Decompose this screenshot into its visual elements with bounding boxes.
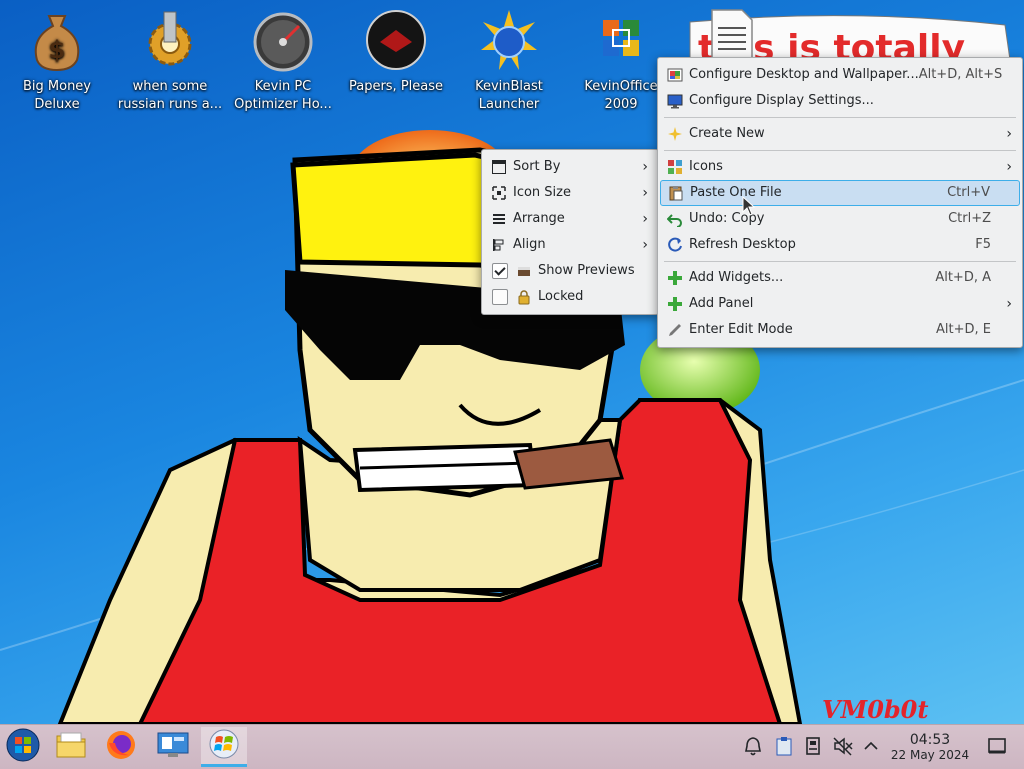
desktop-icon-label: Kevin PC Optimizer Ho... bbox=[234, 79, 332, 112]
globe-starburst-icon bbox=[479, 8, 539, 74]
menu-separator bbox=[664, 117, 1016, 118]
system-settings-icon bbox=[156, 729, 190, 765]
submenu-item-sort-by[interactable]: Sort By › bbox=[482, 154, 658, 180]
submenu-item-icon-size[interactable]: Icon Size › bbox=[482, 180, 658, 206]
mouse-cursor-icon bbox=[742, 196, 756, 216]
menu-item-icons[interactable]: Icons › bbox=[658, 154, 1022, 180]
clock-time: 04:53 bbox=[909, 732, 951, 748]
desktop-icon-kevinblast[interactable]: KevinBlast Launcher bbox=[456, 8, 562, 114]
clock-date: 22 May 2024 bbox=[890, 748, 970, 762]
wallpaper-signature: VM0b0t bbox=[822, 695, 928, 724]
chevron-right-icon: › bbox=[642, 185, 648, 201]
locked-checkbox[interactable] bbox=[492, 289, 508, 305]
chevron-right-icon: › bbox=[642, 237, 648, 253]
menu-separator bbox=[664, 261, 1016, 262]
office-icon bbox=[591, 8, 651, 74]
taskbar-file-manager[interactable] bbox=[48, 727, 94, 767]
chevron-right-icon: › bbox=[642, 211, 648, 227]
edit-pen-icon bbox=[667, 322, 683, 338]
submenu-item-show-previews[interactable]: Show Previews bbox=[482, 258, 658, 284]
firefox-icon bbox=[105, 729, 137, 765]
taskbar-system-settings[interactable] bbox=[150, 727, 196, 767]
show-desktop-button[interactable] bbox=[986, 735, 1008, 757]
desktop-icon-label: KevinBlast Launcher bbox=[475, 79, 543, 112]
clipboard-icon bbox=[773, 737, 795, 761]
desktop-icon-russian[interactable]: when some russian runs a... bbox=[117, 8, 223, 114]
taskbar: 04:53 22 May 2024 bbox=[0, 724, 1024, 769]
icons-grid-icon bbox=[667, 159, 683, 175]
taskbar-firefox[interactable] bbox=[98, 727, 144, 767]
lock-icon bbox=[516, 289, 532, 305]
file-manager-icon bbox=[55, 730, 87, 764]
add-icon bbox=[667, 296, 683, 312]
chevron-right-icon: › bbox=[642, 159, 648, 175]
create-new-icon bbox=[667, 126, 683, 142]
menu-item-create-new[interactable]: Create New › bbox=[658, 121, 1022, 147]
preview-icon bbox=[516, 263, 532, 279]
chevron-right-icon: › bbox=[1006, 159, 1012, 175]
submenu-item-align[interactable]: Align › bbox=[482, 232, 658, 258]
desktop-icon-label: Big Money Deluxe bbox=[22, 79, 91, 112]
refresh-icon bbox=[667, 237, 683, 253]
taskbar-windows-app[interactable] bbox=[201, 727, 247, 767]
start-button[interactable] bbox=[0, 727, 46, 767]
tray-storage[interactable] bbox=[802, 735, 824, 757]
align-icon bbox=[491, 237, 507, 253]
desktop-icon-big-money[interactable]: $ Big Money Deluxe bbox=[4, 8, 110, 114]
icons-submenu: Sort By › Icon Size › Arrange › Align › … bbox=[481, 149, 659, 315]
tray-notifications[interactable] bbox=[742, 735, 764, 757]
menu-item-undo[interactable]: Undo: Copy Ctrl+Z bbox=[658, 206, 1022, 232]
tray-clipboard[interactable] bbox=[773, 735, 795, 757]
text-file-icon[interactable] bbox=[710, 8, 754, 60]
display-icon bbox=[667, 93, 683, 109]
show-desktop-icon bbox=[986, 738, 1008, 761]
desktop[interactable]: this is totally VM0b0t $ Big Money Delux… bbox=[0, 0, 1024, 724]
arrange-icon bbox=[491, 211, 507, 227]
notifications-bell-icon bbox=[742, 737, 764, 761]
paste-icon bbox=[668, 185, 684, 201]
menu-item-configure-display[interactable]: Configure Display Settings... bbox=[658, 88, 1022, 114]
svg-text:$: $ bbox=[49, 36, 66, 64]
desktop-icon-label: when some russian runs a... bbox=[117, 79, 223, 112]
money-bag-icon: $ bbox=[27, 8, 87, 74]
tray-expand-icon bbox=[860, 741, 882, 761]
tray-expand[interactable] bbox=[860, 735, 882, 757]
chevron-right-icon: › bbox=[1006, 296, 1012, 312]
menu-item-add-panel[interactable]: Add Panel › bbox=[658, 291, 1022, 317]
submenu-item-locked[interactable]: Locked bbox=[482, 284, 658, 310]
menu-separator bbox=[664, 150, 1016, 151]
sort-by-icon bbox=[491, 159, 507, 175]
menu-item-edit-mode[interactable]: Enter Edit Mode Alt+D, E bbox=[658, 317, 1022, 343]
undo-icon bbox=[667, 211, 683, 227]
volume-muted-icon bbox=[832, 737, 854, 761]
icon-size-icon bbox=[491, 185, 507, 201]
start-orb-icon bbox=[6, 728, 40, 766]
menu-item-refresh[interactable]: Refresh Desktop F5 bbox=[658, 232, 1022, 258]
menu-item-configure-desktop[interactable]: Configure Desktop and Wallpaper... Alt+D… bbox=[658, 62, 1022, 88]
wallpaper-settings-icon bbox=[667, 67, 683, 83]
desktop-icon-papers-please[interactable]: Papers, Please bbox=[343, 8, 449, 96]
show-previews-checkbox[interactable] bbox=[492, 263, 508, 279]
tray-volume[interactable] bbox=[832, 735, 854, 757]
desktop-icon-kevin-optimizer[interactable]: Kevin PC Optimizer Ho... bbox=[230, 8, 336, 114]
desktop-context-menu: Configure Desktop and Wallpaper... Alt+D… bbox=[657, 57, 1023, 348]
menu-item-add-widgets[interactable]: Add Widgets... Alt+D, A bbox=[658, 265, 1022, 291]
menu-item-paste[interactable]: Paste One File Ctrl+V bbox=[660, 180, 1020, 206]
gear-icon bbox=[140, 8, 200, 74]
papers-please-icon bbox=[366, 8, 426, 74]
submenu-item-arrange[interactable]: Arrange › bbox=[482, 206, 658, 232]
storage-device-icon bbox=[802, 737, 824, 761]
clock[interactable]: 04:53 22 May 2024 bbox=[882, 732, 978, 763]
desktop-icon-label: Papers, Please bbox=[348, 79, 444, 94]
chevron-right-icon: › bbox=[1006, 126, 1012, 142]
speedometer-icon bbox=[253, 8, 313, 74]
add-icon bbox=[667, 270, 683, 286]
windows-flag-icon bbox=[208, 728, 240, 764]
